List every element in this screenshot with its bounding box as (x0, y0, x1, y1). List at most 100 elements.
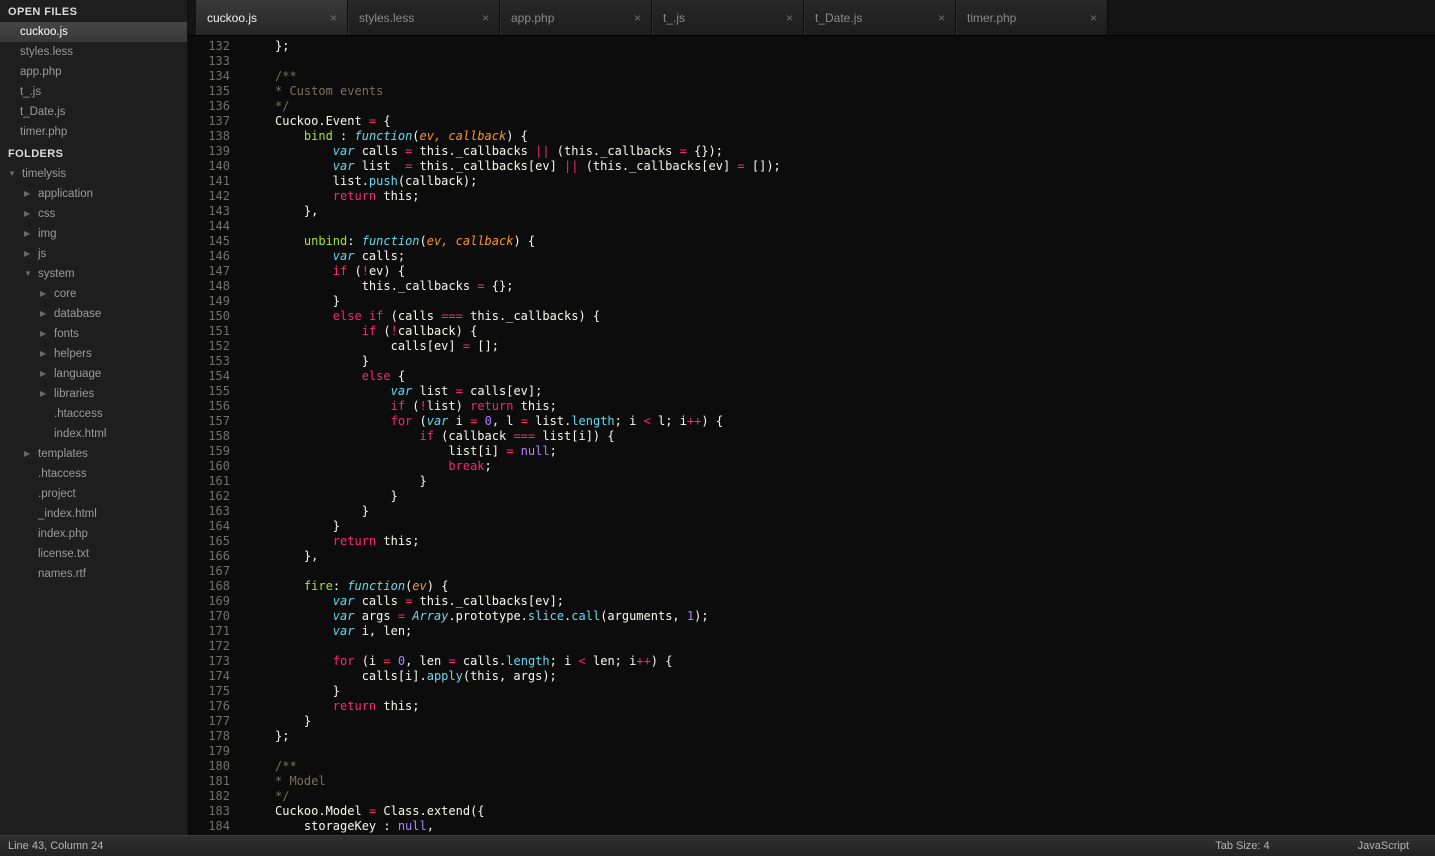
code-line[interactable]: 140 var list = this._callbacks[ev] || (t… (188, 159, 1435, 174)
folder-item[interactable]: ▼timelysis (0, 164, 187, 184)
code-line[interactable]: 148 this._callbacks = {}; (188, 279, 1435, 294)
code-line[interactable]: 175 } (188, 684, 1435, 699)
code-line[interactable]: 159 list[i] = null; (188, 444, 1435, 459)
line-number: 136 (188, 99, 230, 114)
code-line[interactable]: 132}; (188, 39, 1435, 54)
tab-styles.less[interactable]: styles.less× (348, 0, 500, 35)
code-line[interactable]: 154 else { (188, 369, 1435, 384)
code-line[interactable]: 181* Model (188, 774, 1435, 789)
folder-item[interactable]: ▶img (0, 224, 187, 244)
code-line[interactable]: 172 (188, 639, 1435, 654)
code-line[interactable]: 152 calls[ev] = []; (188, 339, 1435, 354)
code-line[interactable]: 158 if (callback === list[i]) { (188, 429, 1435, 444)
close-icon[interactable]: × (626, 11, 641, 25)
code-line[interactable]: 169 var calls = this._callbacks[ev]; (188, 594, 1435, 609)
code-line[interactable]: 133 (188, 54, 1435, 69)
code-line[interactable]: 184 storageKey : null, (188, 819, 1435, 834)
folder-item[interactable]: ▼system (0, 264, 187, 284)
code-line[interactable]: 168 fire: function(ev) { (188, 579, 1435, 594)
tree-file-item[interactable]: index.html (0, 424, 187, 444)
code-line[interactable]: 177 } (188, 714, 1435, 729)
tab-t_Date.js[interactable]: t_Date.js× (804, 0, 956, 35)
code-line[interactable]: 150 else if (calls === this._callbacks) … (188, 309, 1435, 324)
code-line[interactable]: 178}; (188, 729, 1435, 744)
folder-item[interactable]: ▶libraries (0, 384, 187, 404)
code-line[interactable]: 144 (188, 219, 1435, 234)
code-line[interactable]: 155 var list = calls[ev]; (188, 384, 1435, 399)
tab-app.php[interactable]: app.php× (500, 0, 652, 35)
tree-file-item[interactable]: .htaccess (0, 404, 187, 424)
open-file-item[interactable]: t_Date.js (0, 102, 187, 122)
code-line[interactable]: 153 } (188, 354, 1435, 369)
folder-item[interactable]: ▶templates (0, 444, 187, 464)
code-line[interactable]: 162 } (188, 489, 1435, 504)
open-file-item[interactable]: styles.less (0, 42, 187, 62)
tree-file-item[interactable]: license.txt (0, 544, 187, 564)
language-indicator[interactable]: JavaScript (1358, 840, 1409, 852)
tree-file-item[interactable]: .project (0, 484, 187, 504)
code-line[interactable]: 182*/ (188, 789, 1435, 804)
code-line[interactable]: 134/** (188, 69, 1435, 84)
code-line[interactable]: 143 }, (188, 204, 1435, 219)
code-line[interactable]: 146 var calls; (188, 249, 1435, 264)
code-text: } (230, 489, 398, 504)
tab-size-indicator[interactable]: Tab Size: 4 (1215, 840, 1269, 852)
folder-item[interactable]: ▶language (0, 364, 187, 384)
code-line[interactable]: 147 if (!ev) { (188, 264, 1435, 279)
open-file-item[interactable]: app.php (0, 62, 187, 82)
code-line[interactable]: 142 return this; (188, 189, 1435, 204)
open-file-item[interactable]: cuckoo.js (0, 22, 187, 42)
folder-item[interactable]: ▶application (0, 184, 187, 204)
chevron-right-icon: ▶ (24, 204, 38, 224)
code-line[interactable]: 171 var i, len; (188, 624, 1435, 639)
code-line[interactable]: 145 unbind: function(ev, callback) { (188, 234, 1435, 249)
code-line[interactable]: 163 } (188, 504, 1435, 519)
open-file-item[interactable]: t_.js (0, 82, 187, 102)
close-icon[interactable]: × (474, 11, 489, 25)
tree-file-item[interactable]: index.php (0, 524, 187, 544)
code-line[interactable]: 174 calls[i].apply(this, args); (188, 669, 1435, 684)
code-line[interactable]: 170 var args = Array.prototype.slice.cal… (188, 609, 1435, 624)
code-line[interactable]: 164 } (188, 519, 1435, 534)
code-line[interactable]: 173 for (i = 0, len = calls.length; i < … (188, 654, 1435, 669)
tab-cuckoo.js[interactable]: cuckoo.js× (196, 0, 348, 35)
folder-item[interactable]: ▶fonts (0, 324, 187, 344)
folder-item[interactable]: ▶css (0, 204, 187, 224)
open-file-item[interactable]: timer.php (0, 122, 187, 142)
folder-item[interactable]: ▶database (0, 304, 187, 324)
code-line[interactable]: 176 return this; (188, 699, 1435, 714)
code-line[interactable]: 135* Custom events (188, 84, 1435, 99)
folder-item[interactable]: ▶helpers (0, 344, 187, 364)
tab-t_.js[interactable]: t_.js× (652, 0, 804, 35)
code-line[interactable]: 166 }, (188, 549, 1435, 564)
close-icon[interactable]: × (778, 11, 793, 25)
code-line[interactable]: 149 } (188, 294, 1435, 309)
tab-timer.php[interactable]: timer.php× (956, 0, 1108, 35)
close-icon[interactable]: × (322, 11, 337, 25)
code-line[interactable]: 136*/ (188, 99, 1435, 114)
tree-file-item[interactable]: names.rtf (0, 564, 187, 584)
folder-item[interactable]: ▶js (0, 244, 187, 264)
code-line[interactable]: 179 (188, 744, 1435, 759)
code-line[interactable]: 137Cuckoo.Event = { (188, 114, 1435, 129)
close-icon[interactable]: × (1082, 11, 1097, 25)
line-number: 138 (188, 129, 230, 144)
code-line[interactable]: 157 for (var i = 0, l = list.length; i <… (188, 414, 1435, 429)
code-line[interactable]: 183Cuckoo.Model = Class.extend({ (188, 804, 1435, 819)
close-icon[interactable]: × (930, 11, 945, 25)
code-line[interactable]: 139 var calls = this._callbacks || (this… (188, 144, 1435, 159)
code-line[interactable]: 165 return this; (188, 534, 1435, 549)
code-line[interactable]: 180/** (188, 759, 1435, 774)
code-area[interactable]: 132};133134/**135* Custom events136*/137… (188, 36, 1435, 835)
code-line[interactable]: 167 (188, 564, 1435, 579)
code-line[interactable]: 141 list.push(callback); (188, 174, 1435, 189)
code-line[interactable]: 151 if (!callback) { (188, 324, 1435, 339)
tree-item-label: .htaccess (38, 464, 87, 484)
code-line[interactable]: 160 break; (188, 459, 1435, 474)
code-line[interactable]: 161 } (188, 474, 1435, 489)
folder-item[interactable]: ▶core (0, 284, 187, 304)
tree-file-item[interactable]: _index.html (0, 504, 187, 524)
tree-file-item[interactable]: .htaccess (0, 464, 187, 484)
code-line[interactable]: 138 bind : function(ev, callback) { (188, 129, 1435, 144)
code-line[interactable]: 156 if (!list) return this; (188, 399, 1435, 414)
